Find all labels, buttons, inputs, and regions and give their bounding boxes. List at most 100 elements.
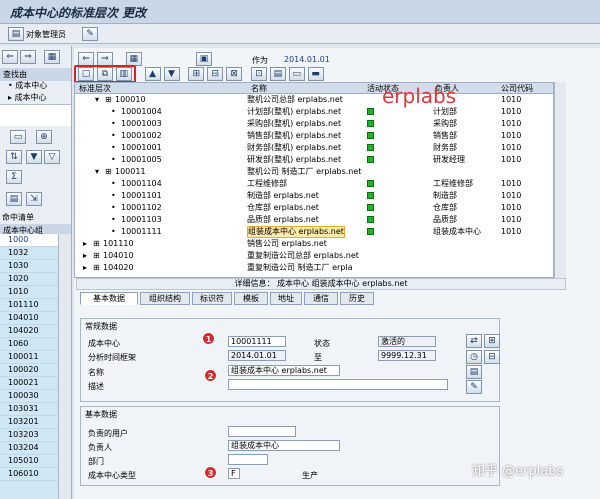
fold-icon[interactable]: ▭	[10, 130, 26, 144]
sum-icon[interactable]: Σ	[6, 170, 22, 184]
tree-row[interactable]: • 10001004 计划部(整机) erplabs.net 计划部 1010	[75, 106, 553, 118]
hit-list-item[interactable]: 1000	[0, 234, 58, 247]
move-down-icon[interactable]: ▼	[163, 67, 180, 81]
hit-list-item[interactable]: 100021	[0, 377, 58, 390]
export-icon[interactable]: ⇲	[26, 192, 42, 206]
time-icon[interactable]: ◷	[466, 350, 482, 364]
edit-pen-icon[interactable]: ✎	[82, 27, 98, 41]
hit-list-item[interactable]: 100020	[0, 364, 58, 377]
back-arrow-icon[interactable]: ⇐	[78, 52, 94, 66]
hierarchy-icon[interactable]: ⊟	[207, 67, 224, 81]
back-arrow-icon[interactable]: ⇐	[2, 50, 18, 64]
save-layout-icon[interactable]: ▬	[307, 67, 324, 81]
active-status-icon	[367, 132, 374, 139]
tree-row-name: 整机公司总部 erplabs.net	[247, 95, 343, 104]
period-from-field[interactable]: 2014.01.01	[228, 350, 286, 361]
hit-list-item[interactable]: 103201	[0, 416, 58, 429]
filter-settings-icon[interactable]: ▽	[44, 150, 60, 164]
tab-3[interactable]: 模板	[234, 292, 268, 305]
filter-icon[interactable]: ▼	[26, 150, 42, 164]
hit-list-item[interactable]: 103031	[0, 403, 58, 416]
department-field[interactable]	[228, 454, 268, 465]
layout-icon[interactable]: ▤	[6, 192, 22, 206]
hit-list-item[interactable]: 1030	[0, 260, 58, 273]
hit-list-item[interactable]: 103203	[0, 429, 58, 442]
left-tree-item-1[interactable]: • 成本中心	[8, 80, 47, 91]
expand-arrow-icon: ▸	[83, 239, 88, 248]
tree-scrollbar[interactable]	[554, 82, 566, 278]
tree-row[interactable]: • 10001001 财务部(整机) erplabs.net 财务部 1010	[75, 142, 553, 154]
tree-row-owner: 制造部	[433, 191, 457, 200]
hit-list-item[interactable]: 103204	[0, 442, 58, 455]
delete-icon[interactable]: ▥	[115, 67, 132, 81]
tree-row-name: 销售部(整机) erplabs.net	[247, 131, 342, 140]
forward-arrow-icon[interactable]: ⇒	[20, 50, 36, 64]
tree-row[interactable]: ▸ ⊞ 101110 销售公司 erplabs.net	[75, 238, 553, 250]
name-field[interactable]: 组装成本中心 erplabs.net	[228, 365, 340, 376]
cost-center-field[interactable]: 10001111	[228, 336, 286, 347]
tree-row[interactable]: ▸ ⊞ 104020 重复制造公司 制造工厂 erpla	[75, 262, 553, 274]
hit-list-item[interactable]: 106010	[0, 468, 58, 481]
copy-icon[interactable]: ⧉	[96, 67, 113, 81]
forward-arrow-icon[interactable]: ⇒	[96, 52, 113, 66]
collapse-arrow-icon: ▾	[95, 95, 100, 104]
drilldown-icon[interactable]: ⊟	[484, 350, 500, 364]
hit-list-item[interactable]: 104010	[0, 312, 58, 325]
object-manager-icon[interactable]: ▤	[8, 27, 24, 41]
tree-row[interactable]: • 10001005 研发部(整机) erplabs.net 研发经理 1010	[75, 154, 553, 166]
change-icon[interactable]: ⇄	[466, 334, 482, 348]
active-status-icon	[367, 216, 374, 223]
hit-list-item[interactable]: 101110	[0, 299, 58, 312]
tree-row[interactable]: • 10001003 采购部(整机) erplabs.net 采购部 1010	[75, 118, 553, 130]
cost-center-type-field[interactable]: F	[228, 468, 240, 479]
object-manager-label[interactable]: 对象管理员	[26, 29, 66, 40]
hierarchy-nav-icon[interactable]: ⊞	[484, 334, 500, 348]
tree-row[interactable]: • 10001103 品质部 erplabs.net 品质部 1010	[75, 214, 553, 226]
zoom-icon[interactable]: ⊕	[36, 130, 52, 144]
move-up-icon[interactable]: ▲	[144, 67, 161, 81]
tree-row[interactable]: ▸ ⊞ 104010 重复制造公司总部 erplabs.net	[75, 250, 553, 262]
table-icon[interactable]: ▦	[125, 52, 142, 66]
tree-row[interactable]: • 10001111 组装成本中心 erplabs.net 组装成本中心 1010	[75, 226, 553, 238]
tab-4[interactable]: 地址	[270, 292, 302, 305]
tree-row[interactable]: ▾ ⊞ 100011 整机公司 制造工厂 erplabs.net	[75, 166, 553, 178]
tree-row[interactable]: • 10001101 制造部 erplabs.net 制造部 1010	[75, 190, 553, 202]
hit-list-item[interactable]: 1010	[0, 286, 58, 299]
person-responsible-field[interactable]: 组装成本中心	[228, 440, 340, 451]
hit-list-scrollbar[interactable]	[58, 234, 71, 499]
user-responsible-field[interactable]	[228, 426, 296, 437]
subtree-icon[interactable]: ⊠	[226, 67, 243, 81]
hit-list-item[interactable]: 1060	[0, 338, 58, 351]
description-field[interactable]	[228, 379, 448, 390]
tree-row[interactable]: • 10001002 销售部(整机) erplabs.net 销售部 1010	[75, 130, 553, 142]
print-icon[interactable]: ▭	[288, 67, 305, 81]
hit-list-item[interactable]: 100011	[0, 351, 58, 364]
grid-icon[interactable]: ▦	[44, 50, 60, 64]
tree-row-company: 1010	[501, 95, 522, 104]
tab-1[interactable]: 组织结构	[140, 292, 190, 305]
hit-list-item[interactable]: 1032	[0, 247, 58, 260]
expand-node-icon[interactable]: ⊞	[188, 67, 205, 81]
find-icon[interactable]: ⊡	[251, 67, 267, 81]
active-status-icon	[367, 228, 374, 235]
person-responsible-label: 负责人	[88, 443, 112, 452]
tree-row[interactable]: • 10001104 工程维修部 工程维修部 1010	[75, 178, 553, 190]
tab-2[interactable]: 标识符	[192, 292, 232, 305]
calendar-icon[interactable]: ▣	[196, 52, 212, 66]
tab-5[interactable]: 通信	[304, 292, 338, 305]
hit-list-item[interactable]: 1020	[0, 273, 58, 286]
tree-row[interactable]: • 10001102 仓库部 erplabs.net 仓库部 1010	[75, 202, 553, 214]
left-tree-item-2[interactable]: ▸ 成本中心	[8, 92, 47, 103]
tab-0[interactable]: 基本数据	[80, 292, 138, 305]
create-icon[interactable]: ▢	[78, 67, 94, 81]
tree-row[interactable]: ▾ ⊞ 100010 整机公司总部 erplabs.net 1010	[75, 94, 553, 106]
sort-icon[interactable]: ⇅	[6, 150, 22, 164]
hit-list-item[interactable]: 105010	[0, 455, 58, 468]
hit-list-item[interactable]: 100030	[0, 390, 58, 403]
tab-6[interactable]: 历史	[340, 292, 374, 305]
edit-text-icon[interactable]: ✎	[466, 380, 482, 394]
period-to-field[interactable]: 9999.12.31	[378, 350, 436, 361]
columns-icon[interactable]: ▤	[269, 67, 286, 81]
text-icon[interactable]: ▤	[466, 365, 482, 379]
hit-list-item[interactable]: 104020	[0, 325, 58, 338]
